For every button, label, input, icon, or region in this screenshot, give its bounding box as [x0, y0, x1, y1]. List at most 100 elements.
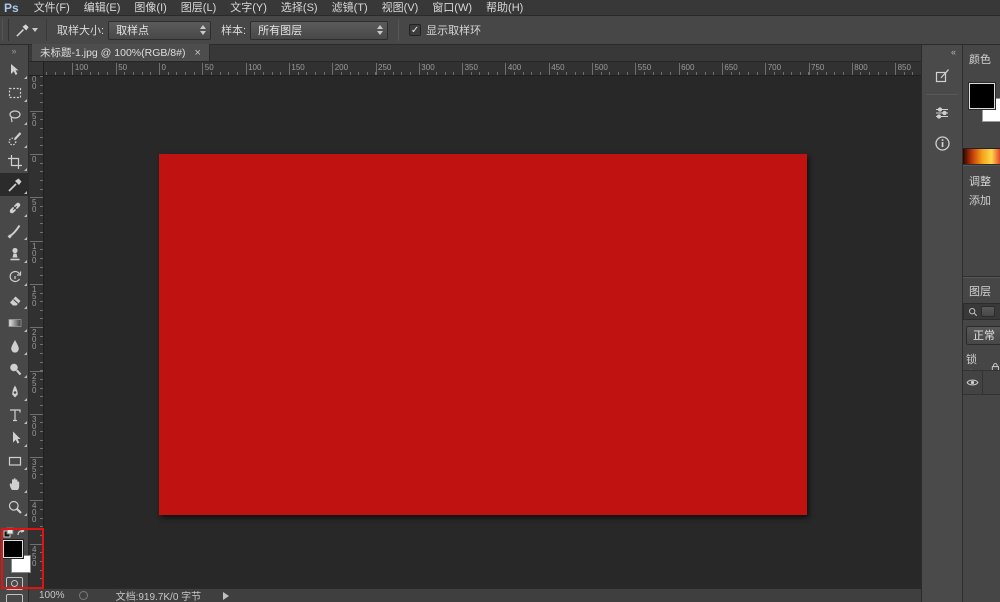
spot-healing-brush-tool[interactable]	[0, 196, 29, 219]
menu-item-8[interactable]: 窗口(W)	[425, 0, 479, 16]
swap-colors-icon[interactable]	[18, 529, 24, 535]
blend-mode-select[interactable]: 正常	[966, 326, 1000, 345]
ruler-v-label: 450	[32, 546, 40, 567]
sample-size-select[interactable]: 取样点	[108, 21, 211, 40]
menu-item-4[interactable]: 文字(Y)	[223, 0, 274, 16]
type-tool-icon	[7, 407, 23, 423]
menu-item-6[interactable]: 滤镜(T)	[325, 0, 375, 16]
menu-item-9[interactable]: 帮助(H)	[479, 0, 530, 16]
menu-item-3[interactable]: 图层(L)	[174, 0, 223, 16]
ruler-h-label: 50	[205, 64, 214, 72]
eyedropper-icon	[15, 23, 30, 38]
panel-dock: 颜色 调整 添加 图层 正常 锁定	[962, 45, 1000, 602]
rectangular-marquee-tool[interactable]	[0, 81, 29, 104]
ruler-corner[interactable]	[29, 62, 44, 76]
tool-flyout-corner	[24, 283, 27, 286]
tool-flyout-corner	[24, 237, 27, 240]
zoom-level-field[interactable]: 100%	[29, 590, 79, 601]
gradient-tool[interactable]	[0, 311, 29, 334]
collapse-panels-button[interactable]: «	[922, 45, 962, 57]
sample-size-label: 取样大小:	[47, 22, 108, 38]
status-options-arrow-icon[interactable]	[223, 592, 229, 600]
eraser-tool-icon	[7, 292, 23, 308]
move-tool[interactable]	[0, 58, 29, 81]
ruler-h-label: 800	[854, 64, 867, 72]
dodge-tool[interactable]	[0, 357, 29, 380]
eraser-tool[interactable]	[0, 288, 29, 311]
sample-size-value: 取样点	[116, 22, 149, 38]
menu-item-1[interactable]: 编辑(E)	[77, 0, 128, 16]
horizontal-ruler[interactable]: 1005005010015020025030035040045050055060…	[44, 62, 921, 76]
sample-select[interactable]: 所有图层	[250, 21, 388, 40]
clone-stamp-tool[interactable]	[0, 242, 29, 265]
tools-panel: »	[0, 45, 29, 602]
menu-item-0[interactable]: 文件(F)	[27, 0, 77, 16]
tab-color-panel[interactable]: 颜色	[963, 45, 1000, 67]
ruler-v-label: 200	[32, 329, 40, 350]
layer-visibility-toggle[interactable]	[963, 370, 983, 395]
tool-flyout-corner	[24, 214, 27, 217]
zoom-tool[interactable]	[0, 495, 29, 518]
history-panel-icon[interactable]	[930, 63, 954, 87]
type-tool[interactable]	[0, 403, 29, 426]
tool-flyout-corner	[24, 76, 27, 79]
tab-adjustments-panel[interactable]: 调整	[963, 167, 1000, 189]
panel-foreground-swatch[interactable]	[969, 83, 995, 109]
foreground-color-swatch[interactable]	[3, 540, 23, 558]
blur-tool[interactable]	[0, 334, 29, 357]
quick-mask-button[interactable]	[6, 577, 23, 590]
crop-tool[interactable]	[0, 150, 29, 173]
show-ring-label: 显示取样环	[426, 22, 481, 38]
menu-item-5[interactable]: 选择(S)	[274, 0, 325, 16]
layer-row[interactable]	[963, 370, 1000, 395]
brush-tool[interactable]	[0, 219, 29, 242]
document-size-info: 文档:919.7K/0 字节	[116, 588, 224, 602]
ruler-v-label: 100	[32, 76, 40, 90]
rectangle-tool[interactable]	[0, 449, 29, 472]
show-ring-checkbox[interactable]: ✓	[409, 24, 421, 36]
hand-tool[interactable]	[0, 472, 29, 495]
ruler-h-label: 300	[421, 64, 434, 72]
stepper-icon	[200, 25, 206, 35]
lasso-tool[interactable]	[0, 104, 29, 127]
quick-selection-tool-icon	[7, 131, 23, 147]
ruler-h-label: 600	[681, 64, 694, 72]
document-canvas[interactable]	[159, 154, 807, 515]
menu-bar: Ps 文件(F)编辑(E)图像(I)图层(L)文字(Y)选择(S)滤镜(T)视图…	[0, 0, 1000, 16]
history-brush-tool[interactable]	[0, 265, 29, 288]
layers-filter-row[interactable]	[963, 303, 1000, 320]
menu-item-2[interactable]: 图像(I)	[127, 0, 173, 16]
move-tool-icon	[7, 62, 23, 78]
pen-tool[interactable]	[0, 380, 29, 403]
ruler-v-label: 50	[32, 113, 40, 127]
options-grip	[2, 19, 9, 41]
tools-collapse-button[interactable]: »	[0, 45, 28, 58]
document-tab[interactable]: 未标题-1.jpg @ 100%(RGB/8#) ×	[32, 44, 210, 61]
ruler-v-label: 100	[32, 243, 40, 264]
vertical-ruler[interactable]: 10050050100150200250300350400450	[29, 76, 44, 588]
clone-stamp-tool-icon	[7, 246, 23, 262]
eyedropper-tool[interactable]	[0, 173, 29, 196]
close-icon[interactable]: ×	[194, 47, 200, 59]
photoshop-window: Ps 文件(F)编辑(E)图像(I)图层(L)文字(Y)选择(S)滤镜(T)视图…	[0, 0, 1000, 602]
tool-flyout-corner	[24, 329, 27, 332]
ruler-h-label: 150	[291, 64, 304, 72]
path-selection-tool[interactable]	[0, 426, 29, 449]
menu-item-7[interactable]: 视图(V)	[375, 0, 426, 16]
tool-preset-picker[interactable]	[9, 19, 47, 41]
properties-panel-icon[interactable]	[930, 101, 954, 125]
ruler-v-label: 350	[32, 459, 40, 480]
quick-selection-tool[interactable]	[0, 127, 29, 150]
canvas-area[interactable]	[44, 76, 921, 588]
info-panel-icon[interactable]	[930, 131, 954, 155]
screen-mode-button[interactable]	[6, 594, 23, 602]
brush-tool-icon	[7, 223, 23, 239]
ruler-v-label: 150	[32, 286, 40, 307]
default-colors-swap-group	[2, 527, 27, 539]
ruler-v-label: 50	[32, 199, 40, 213]
tool-flyout-corner	[24, 352, 27, 355]
tool-flyout-corner	[24, 513, 27, 516]
path-selection-tool-icon	[7, 430, 23, 446]
tab-layers-panel[interactable]: 图层	[963, 281, 1000, 299]
color-spectrum-ramp[interactable]	[963, 148, 1000, 164]
